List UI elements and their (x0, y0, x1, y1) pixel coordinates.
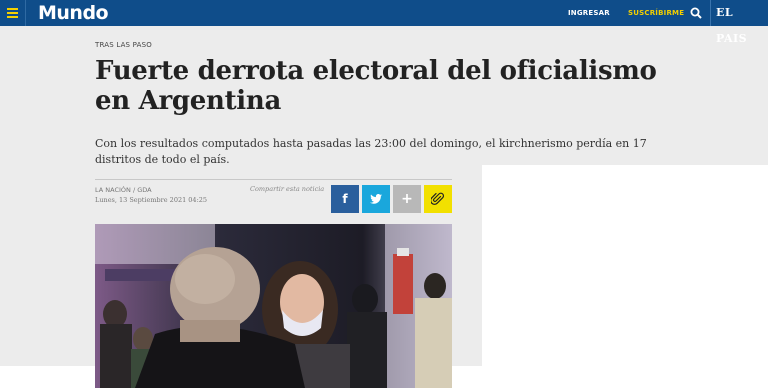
twitter-share-button[interactable] (362, 185, 390, 213)
brand-divider (710, 0, 711, 26)
plus-icon: + (401, 191, 413, 207)
article-kicker[interactable]: TRAS LAS PASO (95, 41, 152, 49)
facebook-share-button[interactable]: f (331, 185, 359, 213)
hamburger-icon (7, 8, 18, 10)
article-headline: Fuerte derrota electoral del oficialismo… (95, 56, 657, 116)
copy-link-button[interactable] (424, 185, 452, 213)
twitter-icon (370, 194, 382, 204)
article-source: LA NACIÓN / GDA (95, 186, 152, 194)
login-link[interactable]: INGRESAR (568, 0, 610, 26)
subscribe-link[interactable]: SUSCRÍBIRME (628, 0, 684, 26)
divider (95, 179, 452, 180)
article-date: Lunes, 13 Septiembre 2021 04:25 (95, 196, 208, 204)
menu-button[interactable] (0, 0, 26, 26)
share-label: Compartir esta noticia (250, 185, 325, 193)
blank-area (482, 165, 768, 388)
search-icon[interactable] (690, 7, 702, 19)
article-photo (95, 224, 452, 388)
section-title[interactable]: Mundo (38, 1, 109, 25)
top-navigation-bar: Mundo INGRESAR SUSCRÍBIRME EL PAIS (0, 0, 768, 45)
facebook-icon: f (342, 192, 348, 206)
paperclip-icon (431, 192, 445, 205)
more-share-button[interactable]: + (393, 185, 421, 213)
article-summary: Con los resultados computados hasta pasa… (95, 137, 647, 166)
brand-logo[interactable]: EL PAIS (716, 0, 768, 52)
